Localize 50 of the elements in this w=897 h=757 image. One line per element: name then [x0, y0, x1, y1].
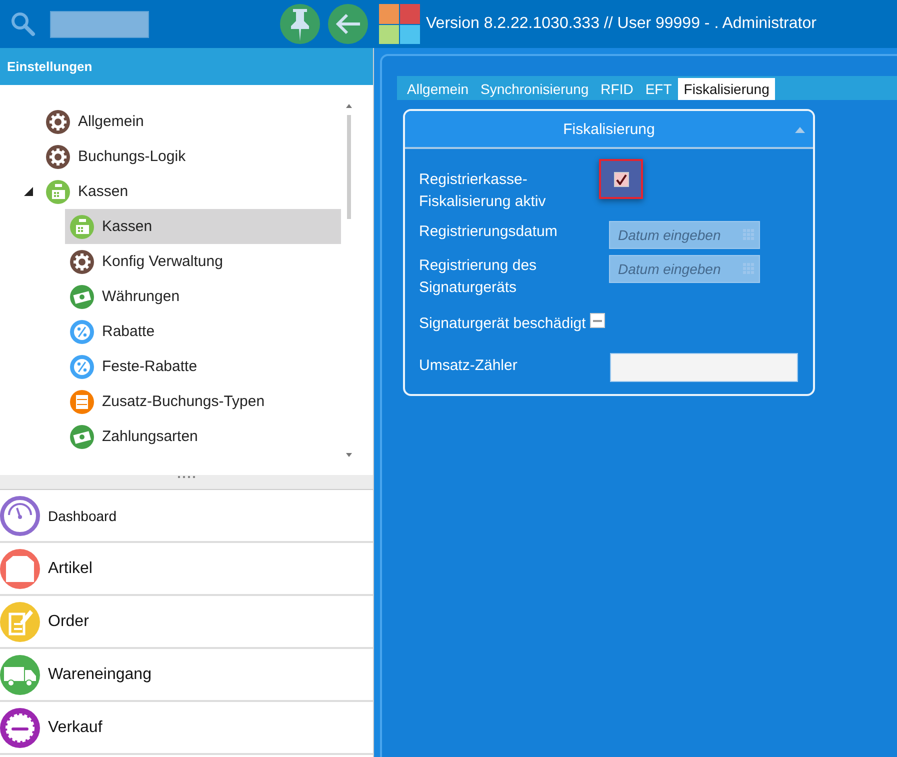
panel-title: Einstellungen	[0, 48, 373, 85]
tree-item[interactable]: Allgemein	[46, 104, 373, 139]
tree-item[interactable]: Währungen	[65, 279, 341, 314]
tree-item[interactable]: Zusatz-Buchungs-Typen	[65, 384, 341, 419]
logo-icon	[379, 4, 420, 44]
tree-item[interactable]: Feste-Rabatte	[65, 349, 341, 384]
nav-item[interactable]: Dashboard	[0, 490, 373, 543]
tree-item[interactable]: Kassen	[46, 174, 373, 209]
checkmark-icon	[616, 174, 626, 184]
checkbox[interactable]	[614, 172, 628, 186]
tree-item[interactable]: Konfig Verwaltung	[65, 244, 341, 279]
input-field[interactable]	[610, 353, 798, 382]
collapse-caret-icon[interactable]	[795, 127, 805, 133]
date-field[interactable]: Datum eingeben	[610, 256, 759, 282]
field-label: Registrierkasse- Fiskalisierung aktiv	[419, 170, 547, 212]
gear-icon	[46, 144, 70, 168]
grip-handle[interactable]	[176, 475, 196, 479]
search-icon[interactable]	[10, 11, 36, 37]
nav-item[interactable]: Wareneingang	[0, 649, 373, 702]
pin-button[interactable]	[280, 4, 320, 44]
field-label: Registrierung des Signaturgeräts	[419, 256, 538, 298]
banknote-icon	[70, 284, 94, 308]
tab[interactable]: Fiskalisierung	[678, 78, 776, 100]
percent-icon	[70, 354, 94, 378]
cash-register-icon	[46, 180, 70, 204]
nav-item[interactable]: Verkauf	[0, 702, 373, 755]
date-field[interactable]: Datum eingeben	[610, 222, 759, 248]
nav-item[interactable]: Order	[0, 596, 373, 649]
field-label: Umsatz-Zähler	[419, 356, 518, 376]
banknote-icon	[70, 424, 94, 448]
cabinet-icon	[70, 390, 94, 414]
cash-register-icon	[70, 214, 94, 238]
gear-icon	[70, 250, 94, 274]
field-label: Registrierungsdatum	[419, 222, 558, 242]
gear-icon	[46, 110, 70, 134]
version-text: Version 8.2.22.1030.333 // User 99999 - . Administrator	[426, 15, 816, 33]
collapse-arrow-icon[interactable]	[24, 187, 33, 196]
back-button[interactable]	[328, 4, 368, 44]
nav-item[interactable]: Artikel	[0, 543, 373, 596]
percent-icon	[70, 320, 94, 344]
dash-icon	[592, 320, 602, 322]
pin-icon	[289, 7, 311, 41]
back-arrow-icon	[334, 12, 362, 36]
tree-item[interactable]: Rabatte	[65, 314, 341, 349]
checkbox[interactable]	[590, 313, 605, 328]
tree-item[interactable]: Zahlungsarten	[65, 419, 341, 454]
search-field[interactable]	[50, 10, 149, 38]
field-label: Signaturgerät beschädigt	[419, 314, 586, 334]
tree-item[interactable]: Buchungs-Logik	[46, 139, 373, 174]
tree-item[interactable]: Kassen	[65, 209, 341, 244]
